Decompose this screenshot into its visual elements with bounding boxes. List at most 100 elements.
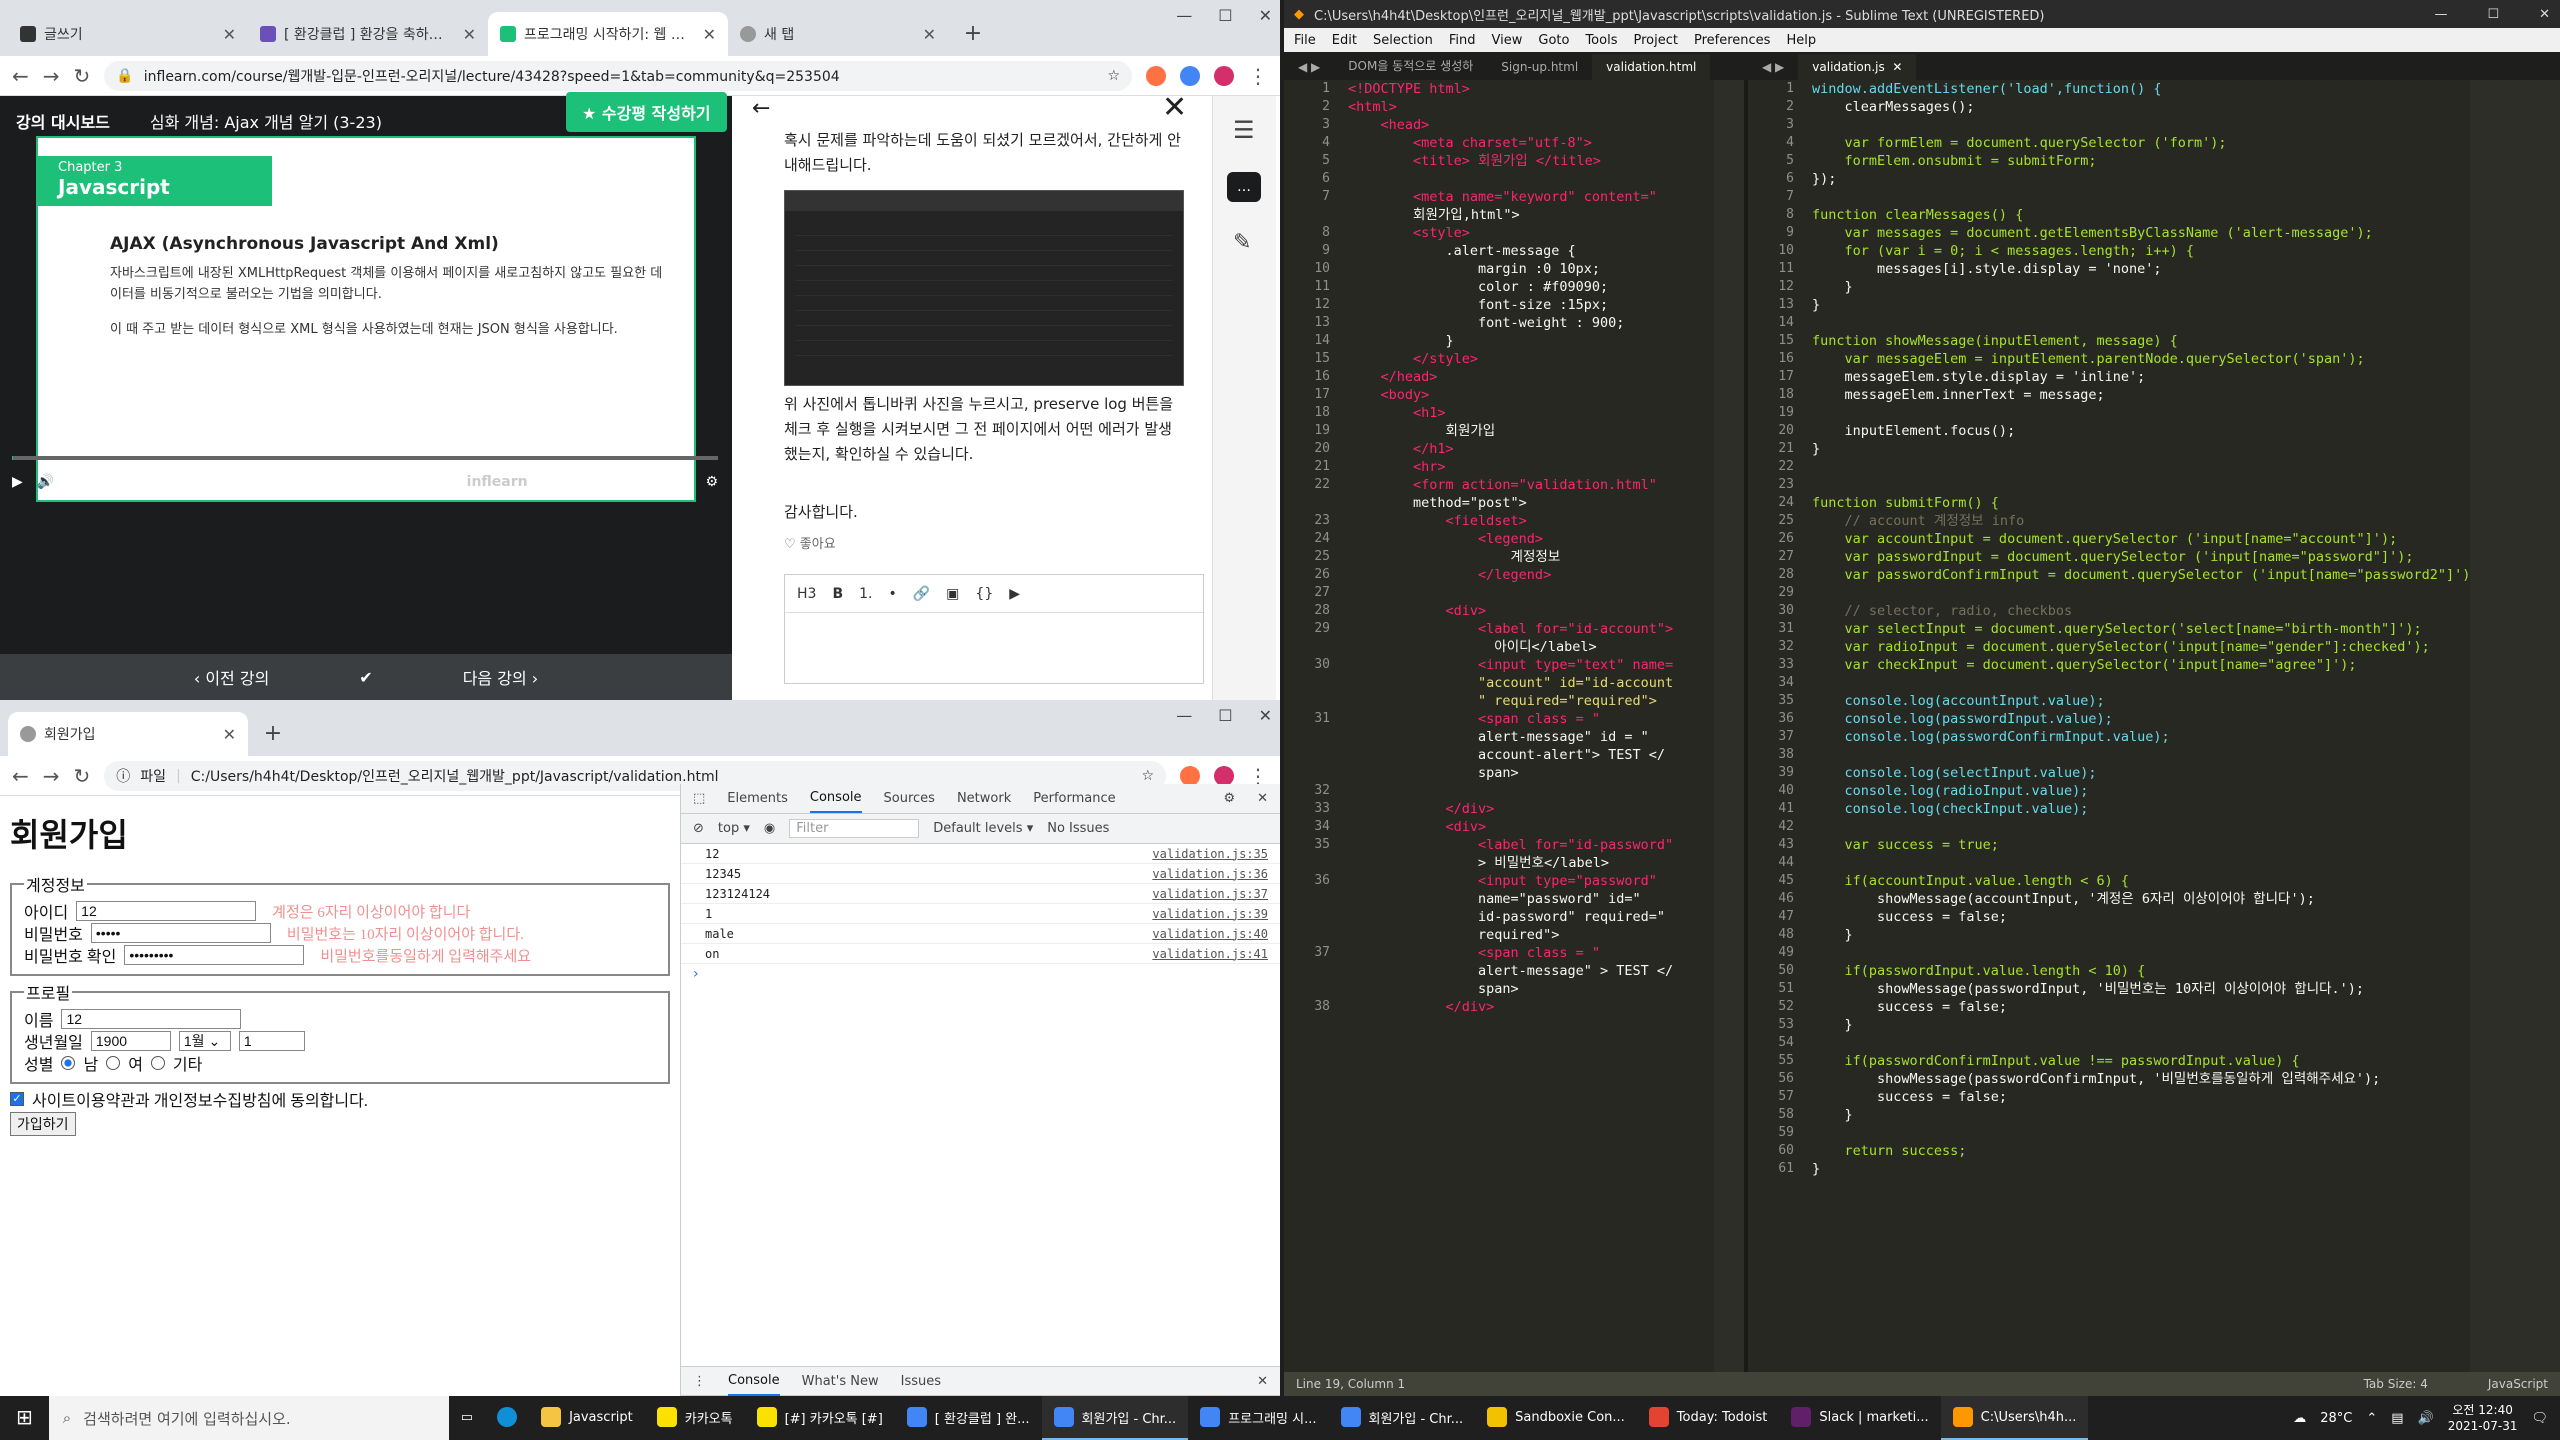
close-icon[interactable]: ✕ [1257,791,1268,806]
context-select[interactable]: top ▾ [718,821,750,836]
clear-console-icon[interactable]: ⊘ [693,821,704,836]
maximize-icon[interactable]: ☐ [1218,706,1232,725]
comment-editor[interactable]: H3 B 1. • 🔗 ▣ {} ▶ [784,574,1204,684]
notification-icon[interactable]: 🗨 [2531,1411,2548,1426]
browser-tab[interactable]: 프로그래밍 시작하기: 웹 입문 (HT✕ [488,12,728,56]
menu-item[interactable]: Selection [1373,33,1433,48]
reload-icon[interactable]: ↻ [74,764,91,788]
weather-icon[interactable]: ☁ [2293,1411,2306,1426]
drawer-tab-whats-new[interactable]: What's New [802,1374,879,1389]
taskbar-app[interactable]: Slack | marketi... [1779,1396,1940,1440]
star-icon[interactable]: ☆ [1107,68,1120,84]
birth-month-select[interactable]: 1월 ⌄ [178,1031,231,1051]
name-input[interactable]: 12 [61,1009,242,1029]
tray-chevron-icon[interactable]: ⌃ [2366,1411,2377,1426]
network-icon[interactable]: ▤ [2391,1411,2403,1426]
taskbar-app[interactable]: 회원가입 - Chr... [1041,1396,1189,1440]
like-button[interactable]: ♡ 좋아요 [784,534,1184,555]
taskbar-search[interactable]: ⌕ 검색하려면 여기에 입력하십시오. [48,1396,449,1440]
tab-console[interactable]: Console [809,784,862,813]
extension-icon[interactable] [1180,765,1200,786]
editor-tab[interactable]: validation.js ✕ [1798,54,1917,80]
gear-icon[interactable]: ⚙ [1223,791,1235,806]
star-icon[interactable]: ☆ [1141,768,1154,784]
log-source-link[interactable]: validation.js:37 [1152,887,1268,901]
drawer-menu-icon[interactable]: ⋮ [693,1374,706,1389]
eye-icon[interactable]: ◉ [764,821,775,836]
menu-item[interactable]: Preferences [1694,33,1770,48]
inspect-icon[interactable]: ⬚ [693,791,705,806]
url-input[interactable]: 🔒 inflearn.com/course/웹개발-입문-인프런-오리지널/lec… [104,60,1132,91]
video-icon[interactable]: ▶ [1009,586,1020,602]
next-lecture-button[interactable]: 다음 강의 › [463,665,538,689]
syntax-mode[interactable]: JavaScript [2488,1377,2548,1391]
drawer-tab-issues[interactable]: Issues [901,1374,941,1389]
taskbar-app[interactable]: 프로그래밍 시... [1188,1396,1328,1440]
menu-item[interactable]: File [1294,33,1316,48]
list-icon[interactable]: ☰ [1233,116,1276,144]
taskbar-app[interactable]: 카카오톡 [645,1396,745,1440]
forward-icon[interactable]: → [43,64,60,88]
nav-arrows-icon[interactable]: ◀ ▶ [1748,54,1798,80]
console-prompt[interactable]: › [681,964,1280,984]
log-source-link[interactable]: validation.js:35 [1152,847,1268,861]
volume-slider[interactable] [68,480,139,484]
menu-item[interactable]: Tools [1585,33,1617,48]
new-tab-button[interactable]: + [958,18,988,48]
gender-other-radio[interactable] [150,1056,165,1070]
check-icon[interactable]: ✔ [359,668,372,687]
browser-tab[interactable]: 새 탭 ✕ [728,12,948,56]
link-icon[interactable]: 🔗 [913,586,930,602]
prev-lecture-button[interactable]: ‹ 이전 강의 [194,665,269,689]
bold-button[interactable]: B [832,586,843,602]
birth-day-input[interactable]: 1 [238,1031,305,1051]
gender-male-radio[interactable] [61,1056,76,1070]
back-icon[interactable]: ← [12,764,29,788]
close-icon[interactable]: ✕ [223,725,236,744]
write-review-button[interactable]: ★ 수강평 작성하기 [566,92,727,132]
play-icon[interactable]: ▶ [12,474,23,490]
menu-item[interactable]: Find [1449,33,1476,48]
taskbar-app[interactable]: Javascript [529,1396,645,1440]
forward-icon[interactable]: → [43,764,60,788]
agree-checkbox[interactable]: ✓ [10,1092,24,1106]
reload-icon[interactable]: ↻ [74,64,91,88]
close-icon[interactable]: ✕ [1259,706,1272,725]
browser-tab[interactable]: 회원가입 ✕ [8,712,248,756]
edge-icon[interactable] [485,1396,529,1440]
issues-badge[interactable]: No Issues [1047,821,1109,836]
menu-item[interactable]: Goto [1538,33,1569,48]
tab-network[interactable]: Network [957,791,1011,806]
taskbar-app[interactable]: C:\Users\h4h... [1940,1396,2089,1440]
note-icon[interactable]: ✎ [1233,230,1276,255]
gear-icon[interactable]: ⚙ [705,474,718,490]
minimap[interactable] [2470,80,2560,1372]
menu-icon[interactable]: ⋮ [1248,64,1268,88]
account-input[interactable]: 12 [76,901,257,921]
taskbar-app[interactable]: Today: Todoist [1637,1396,1780,1440]
close-icon[interactable]: ✕ [463,25,476,44]
close-icon[interactable]: ✕ [1257,1374,1268,1389]
close-icon[interactable]: ✕ [923,25,936,44]
back-icon[interactable]: ← [12,64,29,88]
minimap[interactable] [1714,80,1744,1372]
volume-icon[interactable]: 🔊 [37,474,54,490]
log-source-link[interactable]: validation.js:36 [1152,867,1268,881]
minimize-icon[interactable]: — [1176,6,1192,25]
extension-icon[interactable] [1146,65,1166,86]
editor-tab[interactable]: DOM을 동적으로 생성하 [1334,51,1487,80]
clock[interactable]: 오전 12:40 2021-07-31 [2448,1402,2518,1434]
submit-button[interactable]: 가입하기 [10,1112,76,1136]
comment-icon[interactable]: … [1227,172,1261,202]
nav-arrows-icon[interactable]: ◀ ▶ [1284,54,1334,80]
taskbar-app[interactable]: [ 환강클럽 ] 완... [895,1396,1042,1440]
log-source-link[interactable]: validation.js:41 [1152,947,1268,961]
close-icon[interactable]: ✕ [703,25,716,44]
levels-select[interactable]: Default levels ▾ [933,821,1033,836]
tab-performance[interactable]: Performance [1033,791,1115,806]
dashboard-link[interactable]: 강의 대시보드 [16,109,110,133]
console-filter-input[interactable]: Filter [789,819,920,838]
image-icon[interactable]: ▣ [946,586,959,602]
gender-female-radio[interactable] [106,1056,121,1070]
drawer-tab-console[interactable]: Console [728,1367,780,1396]
